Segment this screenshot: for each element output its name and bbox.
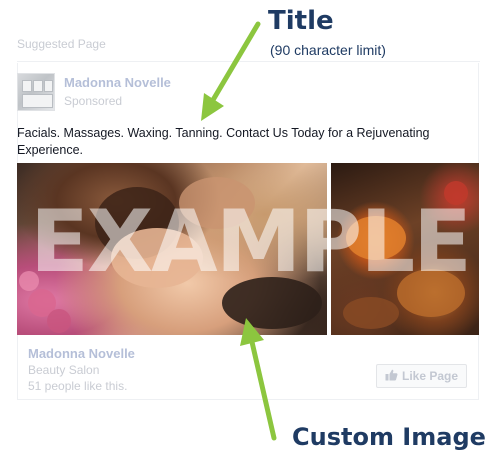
like-page-label: Like Page [401,369,459,383]
footer-page-name-link[interactable]: Madonna Novelle [28,346,135,361]
avatar-window [22,94,53,108]
bowl-shape [343,297,399,329]
custom-image-annotation: Custom Image [292,423,486,451]
page-like-count: 51 people like this. [28,379,128,393]
flower-shape [47,309,71,333]
ad-example-stage: Suggested Page Madonna Novelle Sponsored… [0,0,500,473]
example-watermark: EXAMPLE [30,192,472,292]
title-annotation: Title [268,6,334,36]
post-title-text: Facials. Massages. Waxing. Tanning. Cont… [17,126,430,157]
avatar-window [44,80,53,92]
page-avatar[interactable] [17,73,55,111]
thumbs-up-icon [385,369,398,384]
title-limit-annotation: (90 character limit) [270,42,386,58]
avatar-window [33,80,43,92]
header-divider [17,61,480,62]
avatar-window [22,80,32,92]
page-name-link[interactable]: Madonna Novelle [64,75,171,90]
suggested-page-label: Suggested Page [17,37,106,51]
sponsored-label: Sponsored [64,94,123,108]
like-page-button[interactable]: Like Page [376,364,467,388]
page-category: Beauty Salon [28,363,100,377]
